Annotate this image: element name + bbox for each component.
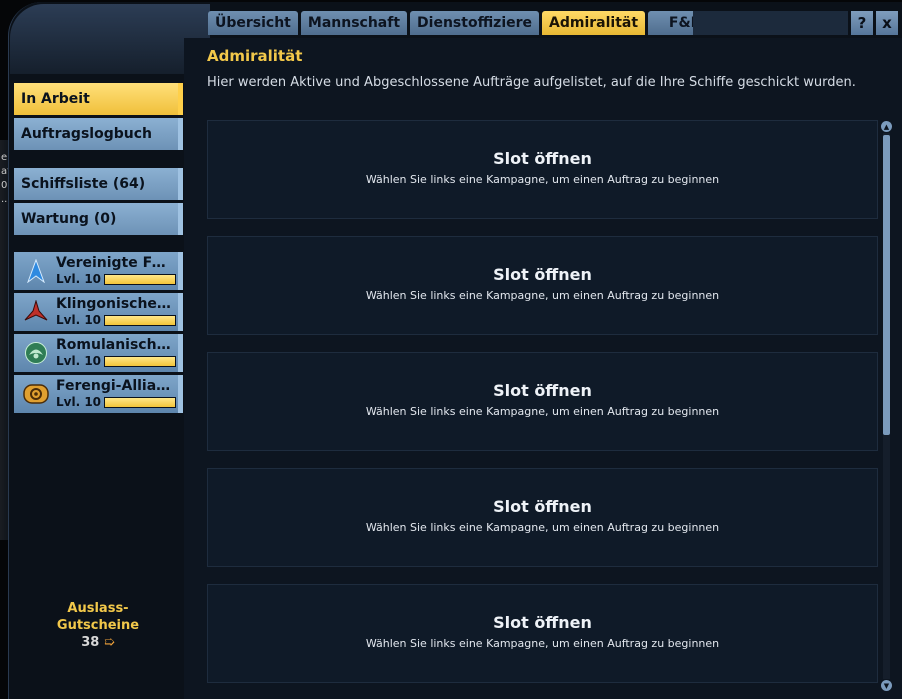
faction-name: Ferengi-Allianz <box>56 378 174 394</box>
open-slot[interactable]: Slot öffnen Wählen Sie links eine Kampag… <box>207 352 878 451</box>
faction-level: Lvl. 10 <box>56 313 102 327</box>
faction-progress-bar <box>104 315 176 326</box>
faction-ferengi[interactable]: Ferengi-Allianz Lvl. 10 <box>14 375 183 413</box>
slot-subtitle: Wählen Sie links eine Kampagne, um einen… <box>365 521 720 534</box>
slot-title: Slot öffnen <box>493 265 592 284</box>
scrollbar[interactable]: ▲ ▼ <box>881 121 892 691</box>
open-slot[interactable]: Slot öffnen Wählen Sie links eine Kampag… <box>207 120 878 219</box>
sidebar-item-ship-list[interactable]: Schiffsliste (64) <box>14 168 183 200</box>
sidebar-item-in-progress[interactable]: In Arbeit <box>14 83 183 115</box>
open-slot[interactable]: Slot öffnen Wählen Sie links eine Kampag… <box>207 584 878 683</box>
faction-name: Romulanisches Sternenimperium <box>56 337 174 353</box>
faction-name: Klingonisches Reich <box>56 296 174 312</box>
edge-fragment: e <box>1 152 8 163</box>
faction-progress-fill <box>105 398 175 407</box>
klingon-trefoil-icon <box>23 299 49 325</box>
slot-title: Slot öffnen <box>493 149 592 168</box>
tab-duty-officers[interactable]: Dienstoffiziere <box>410 11 540 35</box>
faction-federation[interactable]: Vereinigte Föderation Lvl. 10 <box>14 252 183 290</box>
faction-romulan[interactable]: Romulanisches Sternenimperium Lvl. 10 <box>14 334 183 372</box>
faction-progress-bar <box>104 274 176 285</box>
voucher-counter: Auslass- Gutscheine 38 ➯ <box>38 600 158 651</box>
tab-bar: Übersicht Mannschaft Dienstoffiziere Adm… <box>208 11 722 35</box>
faction-name: Vereinigte Föderation <box>56 255 174 271</box>
starfleet-delta-icon <box>23 258 49 284</box>
main-panel: Admiralität Hier werden Aktive und Abges… <box>184 38 902 699</box>
faction-level: Lvl. 10 <box>56 395 102 409</box>
help-button[interactable]: ? <box>851 11 873 35</box>
faction-progress-fill <box>105 316 175 325</box>
open-slot[interactable]: Slot öffnen Wählen Sie links eine Kampag… <box>207 468 878 567</box>
faction-level: Lvl. 10 <box>56 272 102 286</box>
slot-subtitle: Wählen Sie links eine Kampagne, um einen… <box>365 405 720 418</box>
slot-title: Slot öffnen <box>493 613 592 632</box>
slot-title: Slot öffnen <box>493 381 592 400</box>
romulan-emblem-icon <box>23 340 49 366</box>
scroll-thumb[interactable] <box>883 135 890 435</box>
faction-progress-fill <box>105 357 175 366</box>
faction-klingon[interactable]: Klingonisches Reich Lvl. 10 <box>14 293 183 331</box>
voucher-arrow-icon: ➯ <box>103 635 115 650</box>
sidebar-item-maintenance[interactable]: Wartung (0) <box>14 203 183 235</box>
sidebar: In Arbeit Auftragslogbuch Schiffsliste (… <box>14 80 184 670</box>
slot-subtitle: Wählen Sie links eine Kampagne, um einen… <box>365 173 720 186</box>
edge-fragment: 0 <box>1 180 8 191</box>
voucher-label: Auslass- <box>67 601 129 616</box>
faction-level: Lvl. 10 <box>56 354 102 368</box>
voucher-label: Gutscheine <box>56 618 140 633</box>
page-title: Admiralität <box>207 47 303 65</box>
tab-bar-filler <box>693 11 848 35</box>
slot-subtitle: Wählen Sie links eine Kampagne, um einen… <box>365 637 720 650</box>
tab-overview[interactable]: Übersicht <box>208 11 298 35</box>
faction-progress-fill <box>105 275 175 284</box>
ferengi-emblem-icon <box>23 381 49 407</box>
scroll-down-icon[interactable]: ▼ <box>881 680 892 691</box>
slot-title: Slot öffnen <box>493 497 592 516</box>
scroll-up-icon[interactable]: ▲ <box>881 121 892 132</box>
window-corner <box>10 4 210 74</box>
page-description: Hier werden Aktive und Abgeschlossene Au… <box>207 75 856 90</box>
open-slot[interactable]: Slot öffnen Wählen Sie links eine Kampag… <box>207 236 878 335</box>
tab-admiralty[interactable]: Admiralität <box>542 11 646 35</box>
faction-progress-bar <box>104 356 176 367</box>
tab-crew[interactable]: Mannschaft <box>300 11 408 35</box>
voucher-count: 38 <box>81 635 100 650</box>
faction-progress-bar <box>104 397 176 408</box>
slot-subtitle: Wählen Sie links eine Kampagne, um einen… <box>365 289 720 302</box>
sidebar-item-mission-log[interactable]: Auftragslogbuch <box>14 118 183 150</box>
close-button[interactable]: x <box>876 11 898 35</box>
